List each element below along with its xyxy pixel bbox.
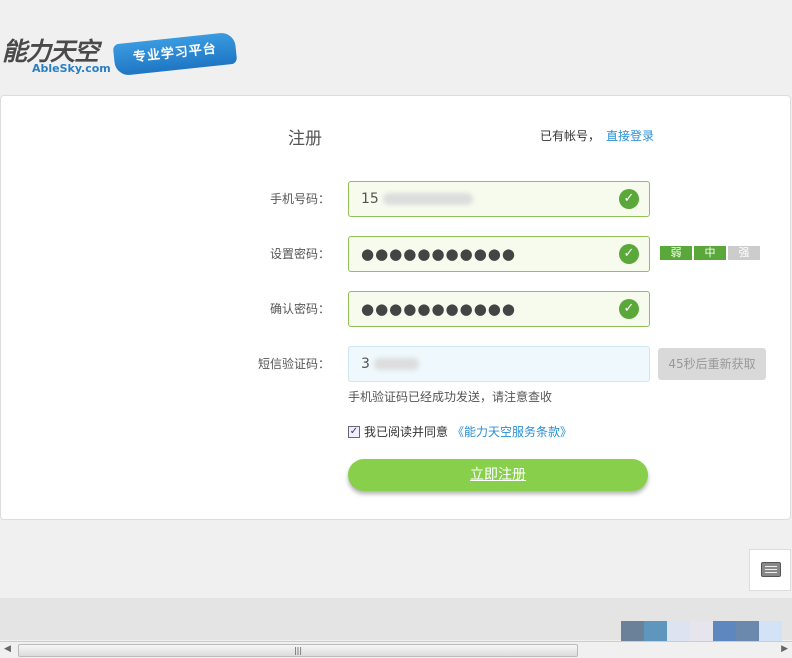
sms-label: 短信验证码： [257,357,330,371]
blurred-image [759,621,782,643]
agree-text: 我已阅读并同意 [364,425,449,439]
password-value: ●●●●●●●●●●● [361,245,516,263]
check-icon: ✓ [619,244,639,264]
phone-label: 手机号码： [269,192,330,206]
have-account: 已有帐号， 直接登录 [540,127,654,144]
chat-icon [761,562,781,577]
phone-input[interactable]: 15 ✓ [348,181,650,217]
horizontal-scrollbar[interactable]: ◀ ||| ▶ [0,641,792,658]
confirm-label: 确认密码： [269,302,330,316]
phone-value: 15 [361,191,379,207]
scroll-right-icon[interactable]: ▶ [781,644,788,654]
blurred-image [644,621,667,643]
page-title: 注册 [288,129,322,149]
scroll-left-icon[interactable]: ◀ [4,644,11,654]
password-input[interactable]: ●●●●●●●●●●● ✓ [348,236,650,272]
logo-name-en: AbleSky.com [32,62,111,75]
logo[interactable]: 能力天空 AbleSky.com 专业学习平台 [0,28,250,78]
strength-medium: 中 [694,246,726,260]
redacted-blur [382,193,473,205]
strength-strong: 强 [728,246,760,260]
have-account-text: 已有帐号， [540,129,601,143]
blurred-image [690,621,713,643]
confirm-password-input[interactable]: ●●●●●●●●●●● ✓ [348,291,650,327]
resend-code-button[interactable]: 45秒后重新获取 [658,348,766,380]
sms-hint: 手机验证码已经成功发送，请注意查收 [348,390,553,404]
sms-value: 3 [361,356,370,372]
register-button[interactable]: 立即注册 [348,459,648,491]
sms-code-input[interactable]: 3 [348,346,650,382]
check-icon: ✓ [619,299,639,319]
blurred-image [736,621,759,643]
strength-weak: 弱 [660,246,692,260]
confirm-value: ●●●●●●●●●●● [361,300,516,318]
password-label: 设置密码： [269,247,330,261]
login-link[interactable]: 直接登录 [606,129,654,143]
blurred-image [713,621,736,643]
password-strength: 弱 中 强 [660,246,760,260]
feedback-button[interactable] [749,549,791,591]
blurred-image [667,621,690,643]
blurred-image [621,621,644,643]
check-icon: ✓ [619,189,639,209]
agree-row: ✓ 我已阅读并同意 《能力天空服务条款》 [348,423,572,440]
logo-slogan: 专业学习平台 [112,31,238,77]
redacted-blur [373,358,419,370]
scrollbar-thumb[interactable]: ||| [18,644,578,657]
agree-checkbox[interactable]: ✓ [348,425,360,438]
terms-link[interactable]: 《能力天空服务条款》 [452,423,572,440]
